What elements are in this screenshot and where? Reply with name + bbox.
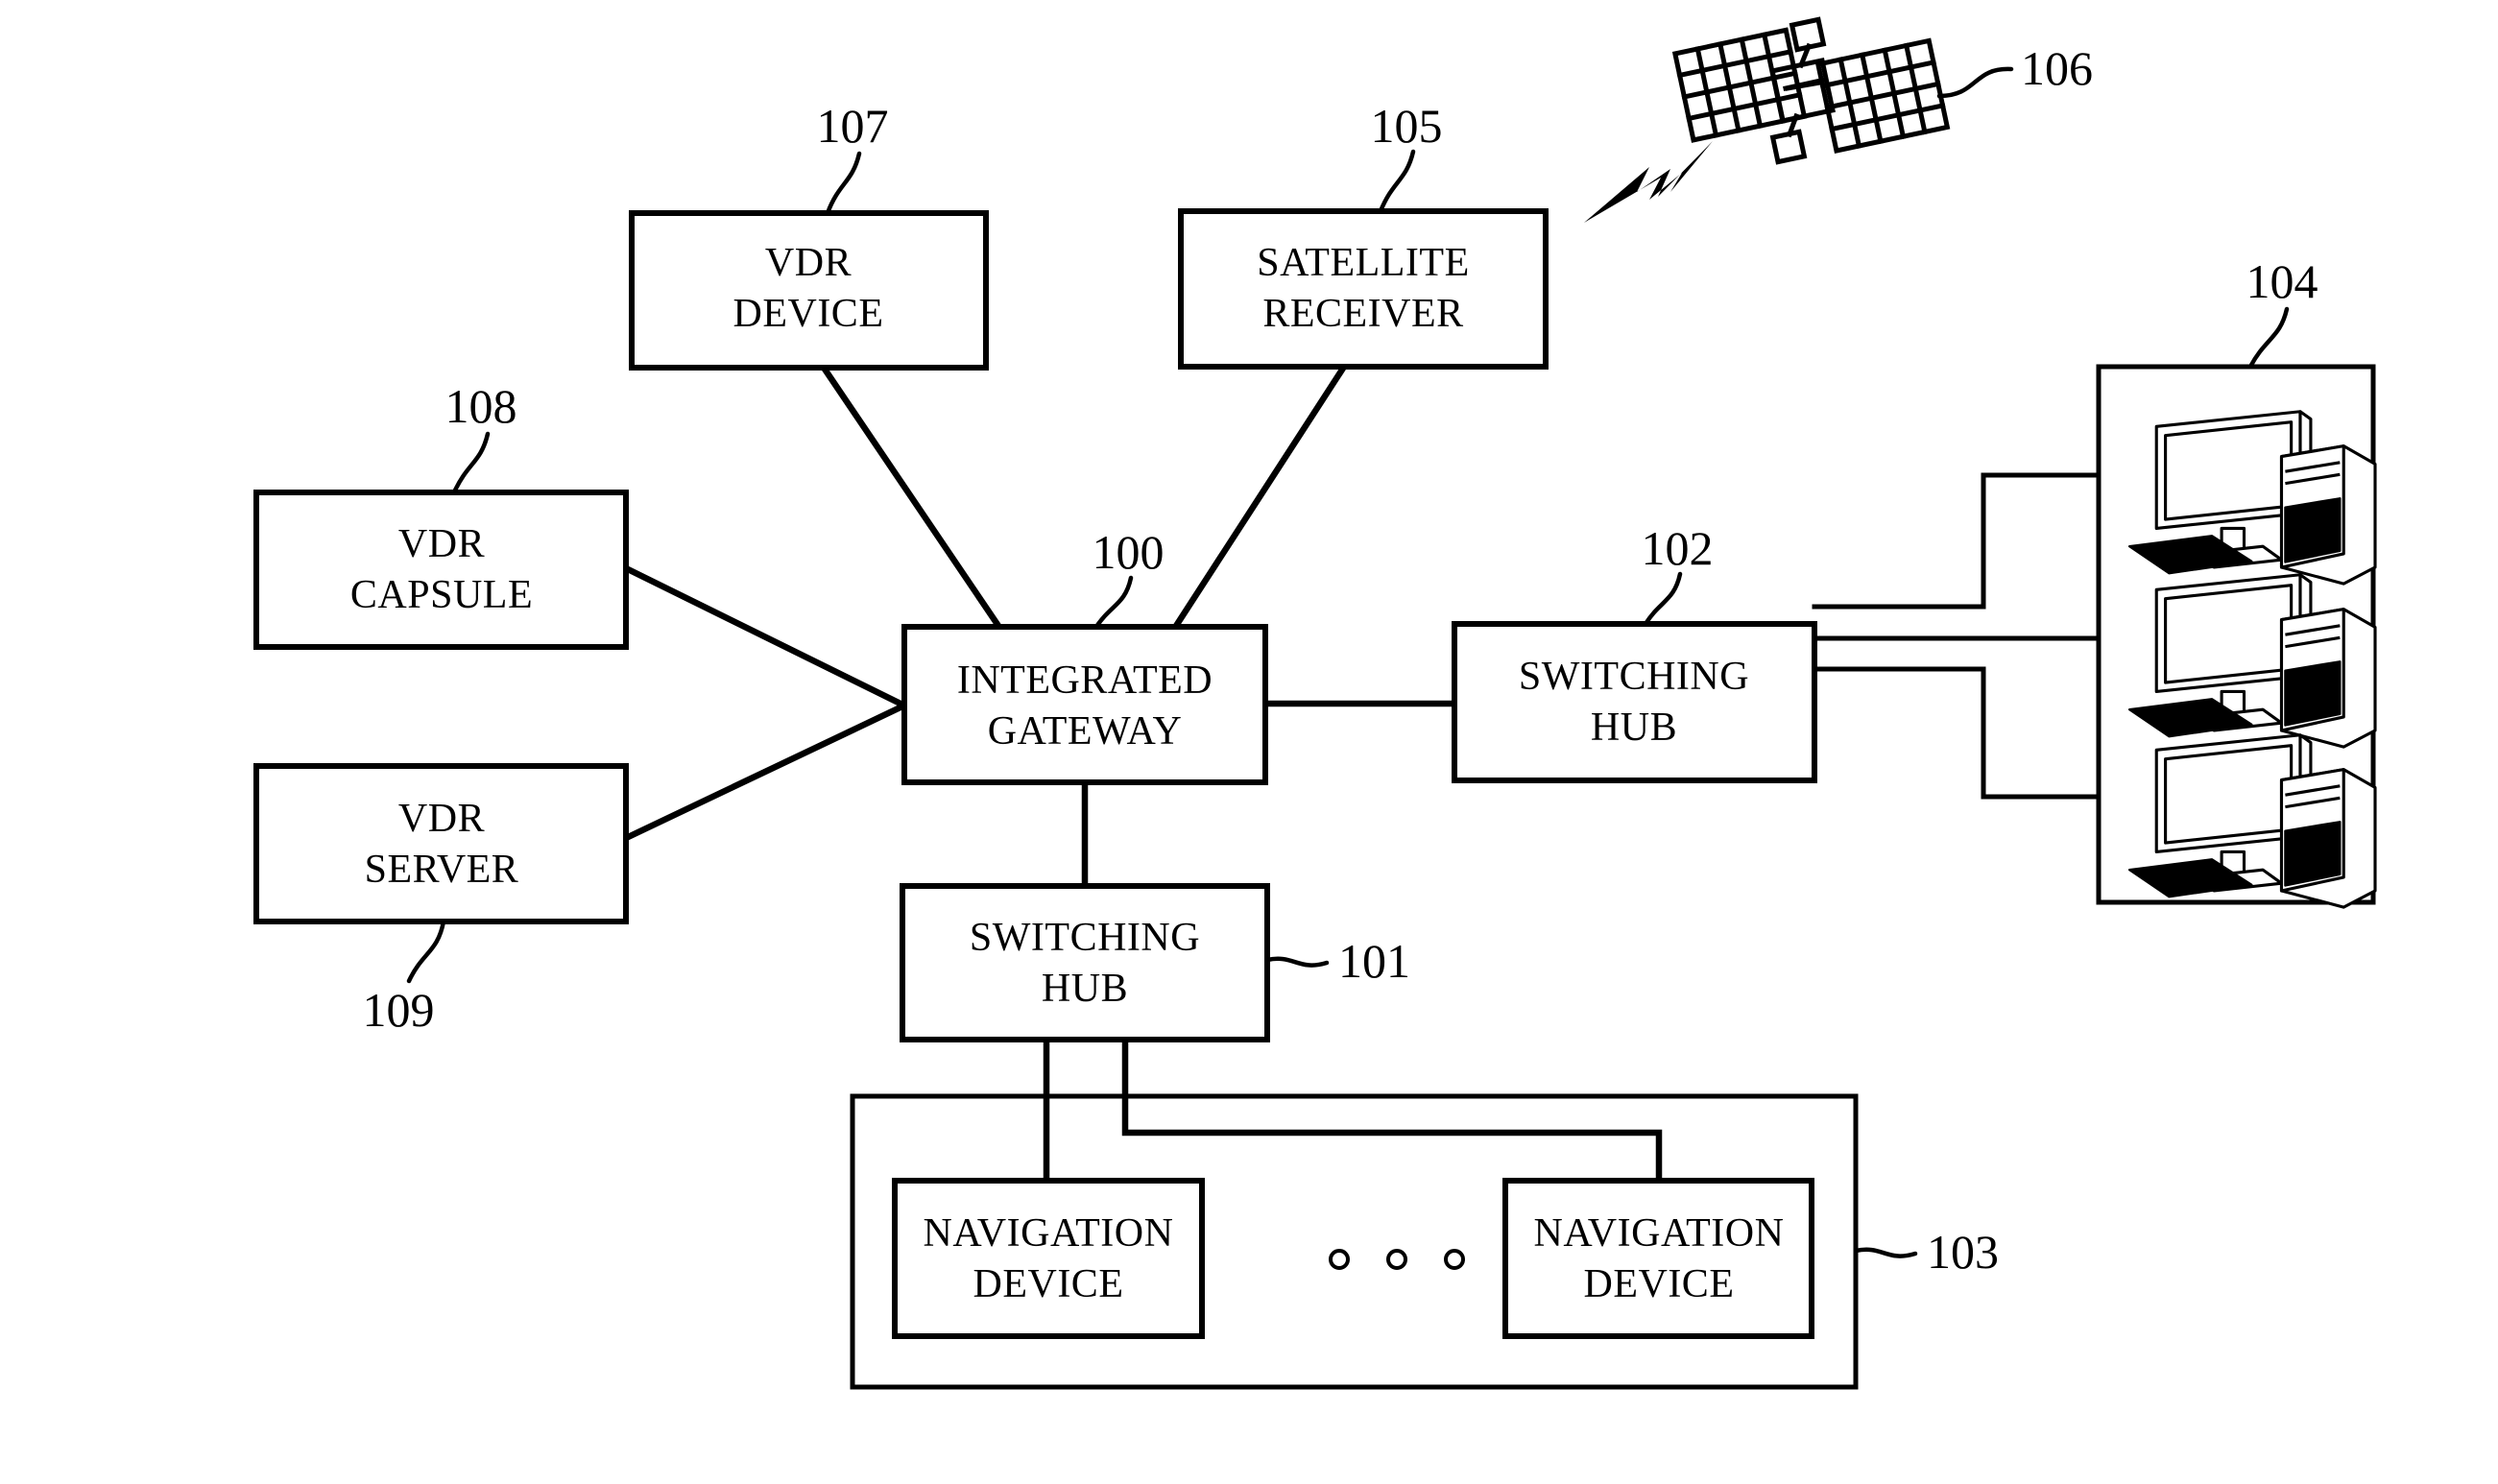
navigation-device-right-label-line2: DEVICE	[1584, 1262, 1735, 1306]
vdr-capsule-label-line2: CAPSULE	[350, 573, 533, 617]
ref-number-105: 105	[1371, 99, 1443, 153]
navigation-device-left-label-line1: NAVIGATION	[924, 1211, 1174, 1256]
navigation-device-right-box	[1502, 1178, 1814, 1339]
vdr-device-label-line2: DEVICE	[733, 292, 884, 336]
block-satellite-receiver[interactable]: SATELLITE RECEIVER	[1178, 208, 1549, 370]
patent-figure-canvas: VDR DEVICE 107 SATELLITE RECEIVER 105 10…	[0, 0, 2498, 1484]
navigation-device-right-label-line1: NAVIGATION	[1534, 1211, 1785, 1256]
leader-100	[1093, 575, 1134, 630]
vdr-device-label-line1: VDR	[765, 241, 852, 285]
switching-hub-right-label-line1: SWITCHING	[1519, 655, 1749, 699]
desktop-computer-icon[interactable]	[2127, 733, 2377, 909]
block-switching-hub-right[interactable]: SWITCHING HUB	[1452, 621, 1817, 783]
switching-hub-right-label-line2: HUB	[1591, 706, 1677, 750]
block-switching-hub-bottom[interactable]: SWITCHING HUB	[900, 883, 1270, 1042]
block-navigation-device-right[interactable]: NAVIGATION DEVICE	[1502, 1178, 1814, 1339]
leader-108	[451, 431, 491, 495]
lightning-bolt-icon	[1584, 141, 1713, 223]
desktop-computer-icon[interactable]	[2127, 410, 2377, 586]
vdr-capsule-label-line1: VDR	[398, 522, 485, 566]
switching-hub-bottom-label-line2: HUB	[1042, 967, 1128, 1011]
ref-number-106: 106	[2021, 41, 2093, 95]
ref-number-101: 101	[1338, 934, 1410, 988]
wire-vdr-server-to-gateway	[621, 701, 909, 843]
leader-102	[1643, 571, 1683, 627]
navigation-device-left-box	[892, 1178, 1205, 1339]
diagram-svg: VDR DEVICE 107 SATELLITE RECEIVER 105 10…	[253, 16, 2377, 1390]
ref-number-104: 104	[2246, 254, 2318, 308]
block-vdr-device[interactable]: VDR DEVICE	[629, 210, 989, 371]
ellipsis-dots-icon	[1329, 1249, 1465, 1270]
block-integrated-gateway[interactable]: INTEGRATED GATEWAY	[901, 624, 1268, 785]
satellite-receiver-label-line2: RECEIVER	[1262, 292, 1463, 336]
vdr-server-label-line2: SERVER	[365, 848, 519, 892]
ref-number-102: 102	[1642, 521, 1714, 575]
integrated-gateway-box	[901, 624, 1268, 785]
vdr-capsule-box	[253, 490, 629, 650]
leader-103	[1853, 1247, 1918, 1258]
block-vdr-capsule[interactable]: VDR CAPSULE	[253, 490, 629, 650]
ref-number-107: 107	[817, 99, 889, 153]
vdr-server-box	[253, 763, 629, 924]
wire-satellite-receiver-to-gateway	[1171, 362, 1349, 631]
integrated-gateway-label-line1: INTEGRATED	[957, 658, 1213, 703]
leader-106	[1936, 66, 2014, 99]
switching-hub-bottom-box	[900, 883, 1270, 1042]
wire-hub-to-terminal-1	[1812, 472, 2102, 610]
wire-vdr-capsule-to-gateway	[621, 563, 909, 710]
switching-hub-bottom-label-line1: SWITCHING	[970, 916, 1200, 960]
leader-109	[406, 919, 446, 984]
wire-hub-to-terminal-3	[1812, 666, 2102, 800]
block-navigation-device-left[interactable]: NAVIGATION DEVICE	[892, 1178, 1205, 1339]
vdr-device-box	[629, 210, 989, 371]
block-vdr-server[interactable]: VDR SERVER	[253, 763, 629, 924]
ref-number-108: 108	[445, 379, 517, 433]
leader-104	[2247, 306, 2290, 370]
satellite-icon	[1671, 16, 1951, 165]
leader-107	[825, 151, 862, 216]
ref-number-103: 103	[1927, 1225, 1999, 1279]
vdr-server-label-line1: VDR	[398, 797, 485, 841]
desktop-computer-icon[interactable]	[2127, 573, 2377, 749]
switching-hub-right-box	[1452, 621, 1817, 783]
integrated-gateway-label-line2: GATEWAY	[988, 709, 1183, 754]
leader-101	[1264, 956, 1330, 968]
ref-number-100: 100	[1093, 525, 1165, 579]
ref-number-109: 109	[363, 983, 435, 1037]
navigation-device-left-label-line2: DEVICE	[973, 1262, 1124, 1306]
satellite-receiver-label-line1: SATELLITE	[1257, 241, 1469, 285]
satellite-receiver-box	[1178, 208, 1549, 370]
wire-hub-to-navigation-device-right	[1121, 1036, 1663, 1185]
leader-105	[1378, 149, 1416, 214]
wire-vdr-device-to-gateway	[819, 363, 1003, 631]
